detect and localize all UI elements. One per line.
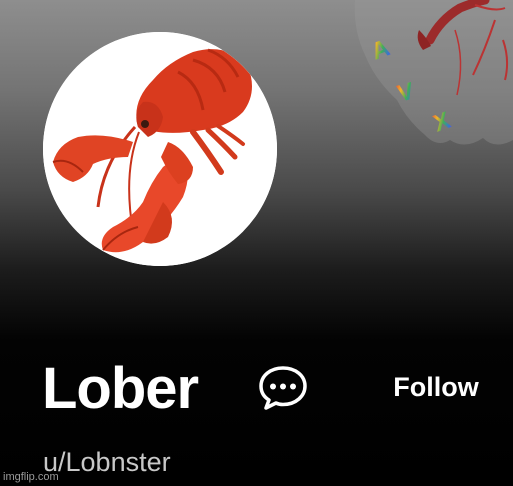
profile-display-name: Lober <box>42 356 199 421</box>
banner-doodle-art: A V X <box>354 0 513 145</box>
imgflip-watermark: imgflip.com <box>3 471 59 483</box>
chat-bubble-ellipsis-icon <box>259 366 307 410</box>
lobster-image <box>43 32 277 266</box>
profile-username: u/Lobnster <box>43 447 171 477</box>
profile-avatar[interactable] <box>43 32 277 266</box>
follow-button[interactable]: Follow <box>372 366 500 408</box>
profile-header: A V X Lober Follow u/Lobnster imgflip.co… <box>0 0 513 486</box>
chat-button[interactable] <box>255 362 311 414</box>
